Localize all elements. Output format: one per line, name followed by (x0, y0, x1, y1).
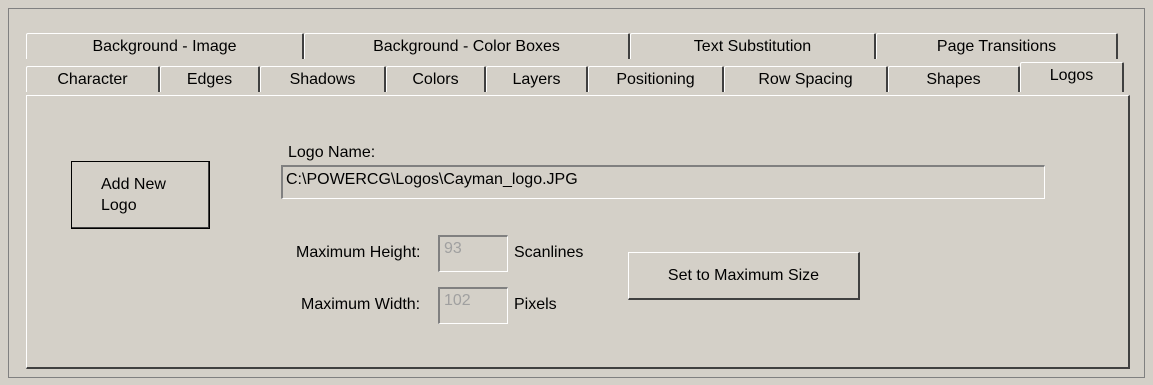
max-height-unit: Scanlines (514, 244, 584, 261)
tab-shadows[interactable]: Shadows (260, 66, 386, 92)
logo-name-label: Logo Name: (288, 144, 376, 161)
tab-layers[interactable]: Layers (486, 66, 588, 92)
tab-background-color-boxes[interactable]: Background - Color Boxes (304, 33, 630, 59)
max-height-field[interactable]: 93 (438, 235, 508, 272)
tab-edges[interactable]: Edges (160, 66, 260, 92)
tab-page-transitions[interactable]: Page Transitions (876, 33, 1118, 59)
tab-colors[interactable]: Colors (386, 66, 486, 92)
tab-background-image[interactable]: Background - Image (26, 33, 304, 59)
tab-character[interactable]: Character (26, 66, 160, 92)
set-to-maximum-size-button[interactable]: Set to Maximum Size (628, 252, 860, 300)
max-width-unit: Pixels (514, 296, 557, 313)
max-width-field[interactable]: 102 (438, 287, 508, 324)
add-new-logo-line1: Add New (101, 176, 166, 193)
add-new-logo-line2: Logo (101, 197, 137, 214)
logos-panel (26, 95, 1130, 369)
add-new-logo-button[interactable]: Add New Logo (71, 161, 210, 229)
tab-positioning[interactable]: Positioning (588, 66, 724, 92)
tab-text-substitution[interactable]: Text Substitution (630, 33, 876, 59)
max-height-label: Maximum Height: (296, 244, 421, 261)
max-width-label: Maximum Width: (301, 296, 421, 313)
tab-shapes[interactable]: Shapes (888, 66, 1020, 92)
tab-logos[interactable]: Logos (1020, 62, 1124, 92)
logo-name-field[interactable]: C:\POWERCG\Logos\Cayman_logo.JPG (281, 165, 1045, 199)
tab-row-spacing[interactable]: Row Spacing (724, 66, 888, 92)
